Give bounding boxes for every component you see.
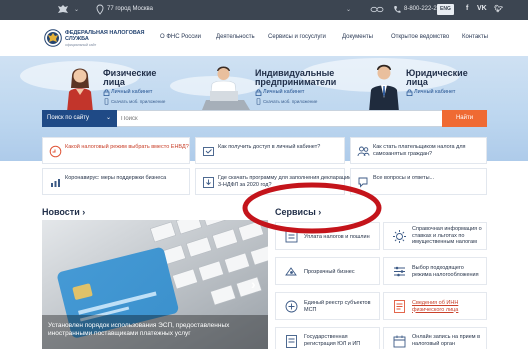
search-button[interactable]: Найти (442, 110, 487, 127)
registry-icon (285, 300, 298, 313)
segment-title[interactable]: Индивидуальные предприниматели (255, 69, 336, 87)
segment-title[interactable]: Юридические лица (406, 69, 468, 87)
service-msp-registry[interactable]: Единый реестр субъектов МСП (275, 292, 380, 320)
entrepreneur-cabinet-link[interactable]: Личный кабинет (263, 89, 304, 95)
download-program-icon (203, 177, 214, 188)
service-label: Государственная регистрация ЮЛ и ИП (304, 334, 361, 347)
language-button[interactable]: ENG (437, 4, 454, 15)
mobile-icon (256, 98, 261, 105)
service-label: Выбор подходящего режима налогообложения (412, 265, 479, 278)
service-label: Прозрачный бизнес (304, 269, 355, 275)
quick-card-text: Как стать плательщиком налога для самоза… (373, 144, 466, 157)
inn-document-icon (394, 300, 405, 313)
news-section-title[interactable]: Новости › (42, 207, 85, 217)
quick-card-text: Все вопросы и ответы... (373, 175, 435, 181)
sun-rates-icon (393, 230, 406, 243)
vk-icon[interactable]: VK (477, 5, 487, 12)
lock-icon (103, 89, 110, 96)
top-bar: ⌄ 77 город Москва ⌄ 8-800-222-2222 ENG f… (0, 0, 528, 20)
tax-regime-icon (49, 145, 62, 158)
service-label: Справочная информация о ставках и льгота… (412, 226, 482, 245)
sliders-icon (394, 266, 405, 277)
emblem-icon[interactable] (57, 4, 69, 15)
lock-icon (255, 89, 262, 96)
next-slide-icon[interactable]: › (251, 276, 256, 292)
registration-icon (286, 335, 297, 348)
service-label: Сведения об ИНН физического лица (412, 300, 459, 313)
quick-card-text: Коронавирус: меры поддержки бизнеса (65, 175, 167, 181)
nav-contacts[interactable]: Контакты (462, 34, 488, 40)
self-employed-icon (357, 146, 370, 157)
quick-card-envd[interactable]: Какой налоговый режим выбрать вместо ЕНВ… (42, 137, 190, 164)
search-input[interactable] (121, 111, 436, 126)
chevron-down-icon[interactable]: ⌄ (74, 6, 79, 13)
fns-homepage: ⌄ 77 город Москва ⌄ 8-800-222-2222 ENG f… (0, 0, 528, 349)
phone-icon (394, 6, 401, 13)
region-selector[interactable]: 77 город Москва (107, 6, 153, 12)
location-pin-icon (96, 4, 104, 15)
annotation-ellipse (242, 182, 382, 234)
logo-subtitle: официальный сайт (65, 43, 97, 47)
service-transparent-business[interactable]: Прозрачный бизнес (275, 257, 380, 285)
service-tax-regime-choice[interactable]: Выбор подходящего режима налогообложения (383, 257, 487, 285)
individual-person-image (67, 68, 93, 112)
service-inn-info[interactable]: Сведения об ИНН физического лица (383, 292, 487, 320)
chevron-down-icon: ⌄ (105, 115, 111, 121)
service-label: Онлайн запись на прием в налоговый орган (412, 334, 481, 347)
entrepreneur-person-image (202, 66, 250, 110)
quick-card-covid[interactable]: Коронавирус: меры поддержки бизнеса (42, 168, 190, 195)
individual-app-link[interactable]: Скачать моб. приложение (111, 99, 165, 104)
mobile-icon (104, 98, 109, 105)
quick-card-selfemployed[interactable]: Как стать плательщиком налога для самоза… (350, 137, 487, 164)
entrepreneur-app-link[interactable]: Скачать моб. приложение (263, 99, 317, 104)
quick-card-text: Как получить доступ в личный кабинет? (218, 144, 321, 150)
legal-cabinet-link[interactable]: Личный кабинет (414, 89, 455, 95)
service-rates-reference[interactable]: Справочная информация о ставках и льгота… (383, 222, 487, 250)
low-vision-icon[interactable] (370, 5, 384, 14)
news-caption[interactable]: Установлен порядок использования ЭСП, пр… (48, 322, 258, 338)
search-scope-select[interactable]: Поиск по сайту ⌄ (42, 110, 117, 127)
fns-logo-icon[interactable] (44, 29, 62, 47)
business-chart-icon (51, 179, 60, 187)
nav-activity[interactable]: Деятельность (216, 34, 255, 40)
segment-title[interactable]: Физические лица (103, 69, 156, 87)
cabinet-access-icon (203, 147, 214, 156)
quick-card-text: Какой налоговый режим выбрать вместо ЕНВ… (65, 144, 189, 150)
service-state-registration[interactable]: Государственная регистрация ЮЛ и ИП (275, 327, 380, 349)
nav-documents[interactable]: Документы (342, 34, 373, 40)
transparent-business-icon (285, 267, 297, 276)
twitter-icon[interactable]: 🐦︎ (494, 5, 503, 13)
quick-card-cabinet[interactable]: Как получить доступ в личный кабинет? (195, 137, 345, 164)
facebook-icon[interactable]: f (466, 5, 468, 12)
individual-cabinet-link[interactable]: Личный кабинет (111, 89, 152, 95)
legal-entity-person-image (369, 64, 399, 112)
appointment-icon (393, 335, 406, 348)
nav-services[interactable]: Сервисы и госуслуги (268, 34, 326, 40)
nav-about[interactable]: О ФНС России (160, 34, 201, 40)
lock-icon (406, 89, 413, 96)
service-label: Единый реестр субъектов МСП (304, 300, 371, 313)
chevron-down-icon[interactable]: ⌄ (346, 6, 351, 13)
service-online-appointment[interactable]: Онлайн запись на прием в налоговый орган (383, 327, 487, 349)
logo-title[interactable]: ФЕДЕРАЛЬНАЯ НАЛОГОВАЯ СЛУЖБА (65, 30, 145, 42)
nav-open-agency[interactable]: Открытое ведомство (391, 34, 449, 40)
